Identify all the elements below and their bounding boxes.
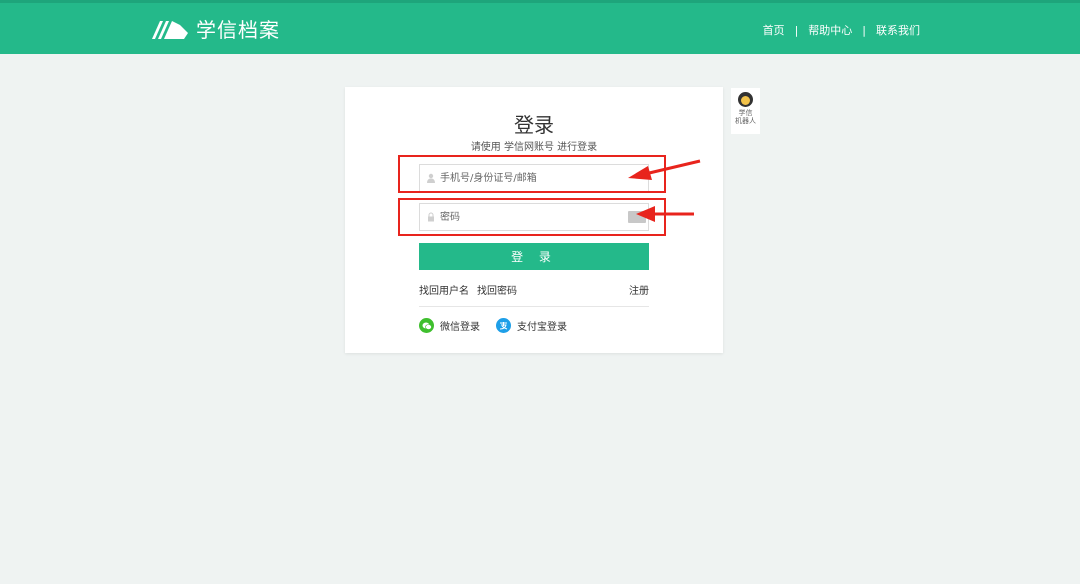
alipay-login-button[interactable]: 支付宝登录 xyxy=(496,318,567,333)
password-input[interactable] xyxy=(440,205,628,229)
robot-label-line1: 学信 xyxy=(738,109,753,117)
wechat-login-button[interactable]: 微信登录 xyxy=(419,318,480,333)
forgot-password-link[interactable]: 找回密码 xyxy=(477,282,517,297)
site-logo[interactable]: 学信档案 xyxy=(150,17,280,43)
login-card: 登录 请使用 学信网账号 进行登录 登 录 找回用户名 找回密码 注册 微信登录 xyxy=(345,87,723,353)
username-field[interactable] xyxy=(419,164,649,192)
wechat-icon xyxy=(419,318,434,333)
top-nav: 首页 | 帮助中心 | 联系我们 xyxy=(763,3,920,57)
robot-avatar-icon xyxy=(738,92,753,107)
login-title: 登录 xyxy=(514,113,554,137)
wechat-login-label: 微信登录 xyxy=(440,322,480,333)
password-toggle-icon[interactable] xyxy=(628,211,646,223)
nav-separator: | xyxy=(862,23,866,37)
chat-robot-button[interactable]: 学信 机器人 xyxy=(731,88,760,134)
nav-contact-us[interactable]: 联系我们 xyxy=(876,22,920,38)
divider xyxy=(419,306,649,307)
user-icon xyxy=(427,173,435,183)
account-links: 找回用户名 找回密码 注册 xyxy=(419,282,649,297)
alipay-login-label: 支付宝登录 xyxy=(517,322,567,333)
nav-home[interactable]: 首页 xyxy=(763,22,785,38)
register-link[interactable]: 注册 xyxy=(629,282,649,297)
nav-help-center[interactable]: 帮助中心 xyxy=(808,22,852,38)
forgot-username-link[interactable]: 找回用户名 xyxy=(419,282,469,297)
third-party-login: 微信登录 支付宝登录 xyxy=(419,318,649,333)
login-button[interactable]: 登 录 xyxy=(419,243,649,270)
login-subtitle: 请使用 学信网账号 进行登录 xyxy=(470,142,598,153)
password-field[interactable] xyxy=(419,203,649,231)
lock-icon xyxy=(428,212,434,222)
robot-label-line2: 机器人 xyxy=(735,117,756,125)
logo-text: 学信档案 xyxy=(196,18,280,42)
top-header-bar: 学信档案 首页 | 帮助中心 | 联系我们 xyxy=(0,0,1080,54)
chsi-logo-icon xyxy=(152,21,188,39)
username-input[interactable] xyxy=(440,166,648,190)
nav-separator: | xyxy=(794,23,799,37)
alipay-icon xyxy=(496,318,511,333)
